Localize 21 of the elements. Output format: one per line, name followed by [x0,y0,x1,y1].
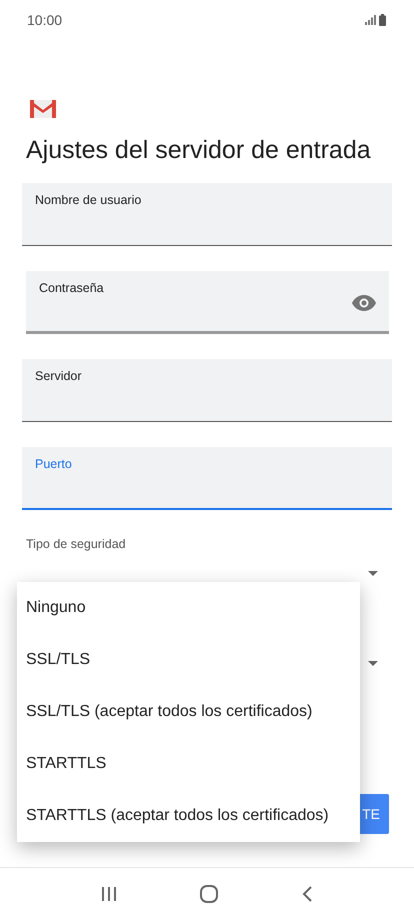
back-icon[interactable] [300,886,313,902]
eye-icon[interactable] [352,295,376,311]
signal-icon [365,15,376,25]
page-title: Ajustes del servidor de entrada [26,136,372,165]
input-field[interactable]: Puerto [22,447,392,510]
menu-item[interactable]: STARTTLS [17,738,360,790]
dropdown-arrow-icon[interactable] [368,571,378,576]
mail-logo-icon [30,100,56,118]
menu-item[interactable]: STARTTLS (aceptar todos los certificados) [17,790,360,842]
menu-item[interactable]: SSL/TLS (aceptar todos los certificados) [17,686,360,738]
input-field[interactable]: Contraseña [26,271,389,334]
menu-item[interactable]: SSL/TLS [17,634,360,686]
recent-apps-icon[interactable] [101,886,118,902]
input-field[interactable]: Servidor [22,359,392,422]
dropdown-arrow-icon[interactable] [368,661,378,666]
status-time: 10:00 [27,12,62,28]
battery-icon [379,14,386,26]
home-icon[interactable] [200,885,218,903]
field-label: Tipo de seguridad [26,537,127,551]
menu-item[interactable]: Ninguno [17,582,360,634]
input-field[interactable]: Nombre de usuario [22,183,392,246]
